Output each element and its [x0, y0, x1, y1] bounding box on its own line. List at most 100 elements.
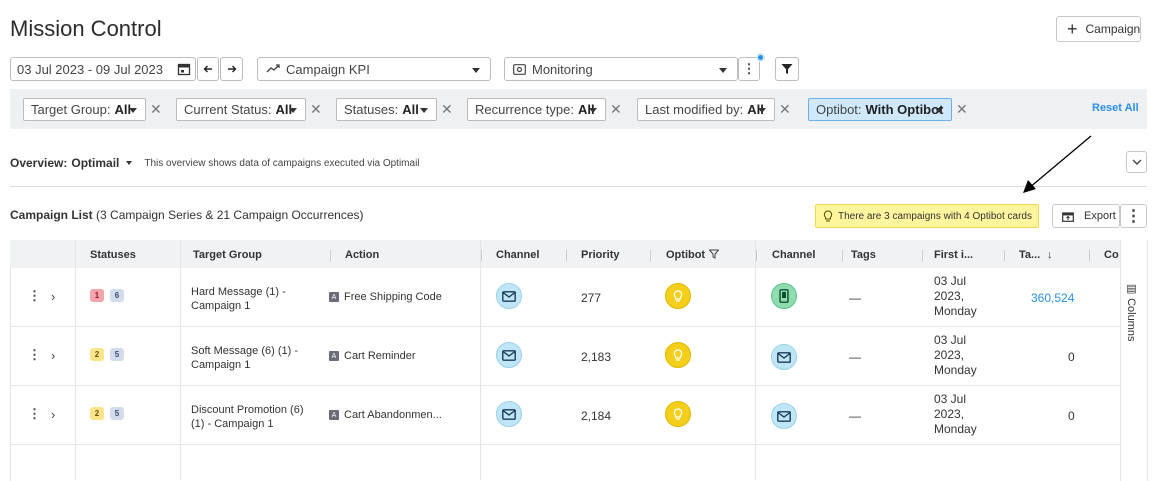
column-header[interactable]: Tags	[851, 249, 876, 261]
tags-cell: —	[849, 350, 861, 364]
column-header[interactable]: Priority	[581, 249, 620, 261]
filter-label: Optibot:	[816, 102, 862, 117]
column-header[interactable]: Co	[1104, 249, 1119, 261]
header-separator	[1089, 250, 1090, 261]
date-line: 2023,	[934, 289, 965, 303]
chevron-right-icon[interactable]: ›	[51, 289, 55, 304]
kpi-select-value: Campaign KPI	[286, 61, 370, 77]
action-label: Cart Abandonmen...	[344, 409, 442, 421]
optibot-badge[interactable]	[665, 342, 691, 368]
chevron-right-icon[interactable]: ›	[51, 348, 55, 363]
export-button[interactable]: Export	[1052, 204, 1120, 228]
caret-down-icon	[589, 108, 597, 113]
overview-description: This overview shows data of campaigns ex…	[144, 157, 420, 169]
status-badge: 6	[110, 289, 124, 302]
overview-select[interactable]: Optimail	[71, 156, 119, 170]
calendar-icon	[177, 63, 191, 76]
action-cell[interactable]: A Cart Abandonmen...	[329, 409, 442, 421]
view-select[interactable]: Monitoring	[504, 57, 738, 81]
kpi-select[interactable]: Campaign KPI	[257, 57, 491, 81]
section-divider	[10, 186, 1147, 187]
columns-toggle[interactable]: ▤ Columns	[1125, 282, 1138, 341]
remove-filter-icon[interactable]: ✕	[310, 101, 322, 118]
action-cell[interactable]: A Cart Reminder	[329, 350, 416, 362]
optibot-badge[interactable]	[665, 283, 691, 309]
filter-chip[interactable]: Target Group: All	[23, 98, 146, 121]
date-range-picker[interactable]: 03 Jul 2023 - 09 Jul 2023	[10, 57, 196, 81]
row-menu-icon[interactable]: ⋮	[28, 406, 41, 422]
header-separator	[330, 250, 331, 261]
filter-chip[interactable]: Statuses: All	[336, 98, 437, 121]
action-cell[interactable]: A Free Shipping Code	[329, 291, 442, 303]
date-line: 03 Jul	[934, 333, 967, 347]
column-header[interactable]: Channel	[496, 249, 539, 261]
channel-badge	[771, 403, 797, 429]
filter-chip[interactable]: Optibot: With Optibot	[808, 98, 952, 121]
trend-icon	[266, 64, 280, 73]
filter-chip[interactable]: Recurrence type: All	[467, 98, 606, 121]
column-header[interactable]: First i...	[934, 249, 973, 261]
chevron-right-icon[interactable]: ›	[51, 407, 55, 422]
columns-panel[interactable]	[1120, 240, 1148, 481]
header-separator	[1004, 250, 1005, 261]
target-group-cell[interactable]: Hard Message (1) - Campaign 1	[191, 285, 311, 313]
column-header[interactable]: Ta...	[1019, 249, 1040, 261]
lightbulb-icon	[673, 348, 683, 361]
filter-label: Last modified by:	[645, 102, 744, 117]
status-badge: 1	[90, 289, 104, 302]
overview-row: Overview: Optimail This overview shows d…	[10, 156, 420, 170]
target-count-link[interactable]: 360,524	[1031, 291, 1074, 305]
remove-filter-icon[interactable]: ✕	[610, 101, 622, 118]
column-header[interactable]: Target Group	[193, 249, 262, 261]
header-separator	[922, 250, 923, 261]
remove-filter-icon[interactable]: ✕	[150, 101, 162, 118]
sort-desc-icon[interactable]: ↓	[1047, 249, 1053, 261]
column-header[interactable]: Channel	[772, 249, 815, 261]
filter-button[interactable]	[775, 57, 799, 81]
filter-outline-icon[interactable]	[708, 249, 720, 259]
row-menu-icon[interactable]: ⋮	[28, 347, 41, 363]
filter-label: Current Status:	[184, 102, 272, 117]
view-select-value: Monitoring	[532, 61, 593, 77]
collapse-overview-button[interactable]	[1126, 151, 1147, 173]
export-label: Export	[1084, 210, 1116, 222]
arrow-left-icon	[203, 65, 212, 73]
caret-down-icon	[935, 108, 943, 113]
filter-chip[interactable]: Last modified by: All	[637, 98, 775, 121]
target-group-cell[interactable]: Discount Promotion (6) (1) - Campaign 1	[191, 403, 311, 431]
column-header[interactable]: Action	[345, 249, 379, 261]
email-icon	[502, 349, 516, 361]
email-icon	[777, 410, 791, 422]
header-separator	[566, 250, 567, 261]
channel-badge	[771, 283, 797, 309]
optibot-notice-text: There are 3 campaigns with 4 Optibot car…	[838, 210, 1032, 222]
column-header[interactable]: Optibot	[666, 249, 705, 261]
caret-down-icon	[472, 68, 480, 73]
priority-cell: 2,183	[581, 350, 612, 364]
campaign-list-summary: (3 Campaign Series & 21 Campaign Occurre…	[96, 208, 364, 222]
list-more-menu-button[interactable]: ⋮	[1120, 204, 1147, 228]
filter-chip[interactable]: Current Status: All	[176, 98, 306, 121]
row-menu-icon[interactable]: ⋮	[28, 288, 41, 304]
next-period-button[interactable]	[220, 57, 243, 81]
optibot-badge[interactable]	[665, 401, 691, 427]
optibot-filter[interactable]	[708, 249, 720, 262]
email-icon	[777, 351, 791, 363]
date-line: 03 Jul	[934, 274, 967, 288]
caret-down-icon[interactable]	[126, 161, 133, 165]
add-campaign-button[interactable]: + Campaign	[1056, 16, 1141, 42]
remove-filter-icon[interactable]: ✕	[441, 101, 453, 118]
columns-icon: ▤	[1125, 282, 1137, 299]
column-header[interactable]: Statuses	[90, 249, 136, 261]
target-group-cell[interactable]: Soft Message (6) (1) - Campaign 1	[191, 344, 311, 372]
plus-icon: +	[1067, 19, 1078, 39]
reset-all-link[interactable]: Reset All	[1092, 102, 1139, 114]
remove-filter-icon[interactable]: ✕	[779, 101, 791, 118]
date-line: 2023,	[934, 407, 965, 421]
optibot-notice[interactable]: There are 3 campaigns with 4 Optibot car…	[815, 204, 1039, 228]
previous-period-button[interactable]	[197, 57, 219, 81]
email-icon	[502, 290, 516, 302]
date-line: Monday	[934, 422, 977, 436]
remove-filter-icon[interactable]: ✕	[956, 101, 968, 118]
action-type-badge: A	[329, 351, 339, 361]
